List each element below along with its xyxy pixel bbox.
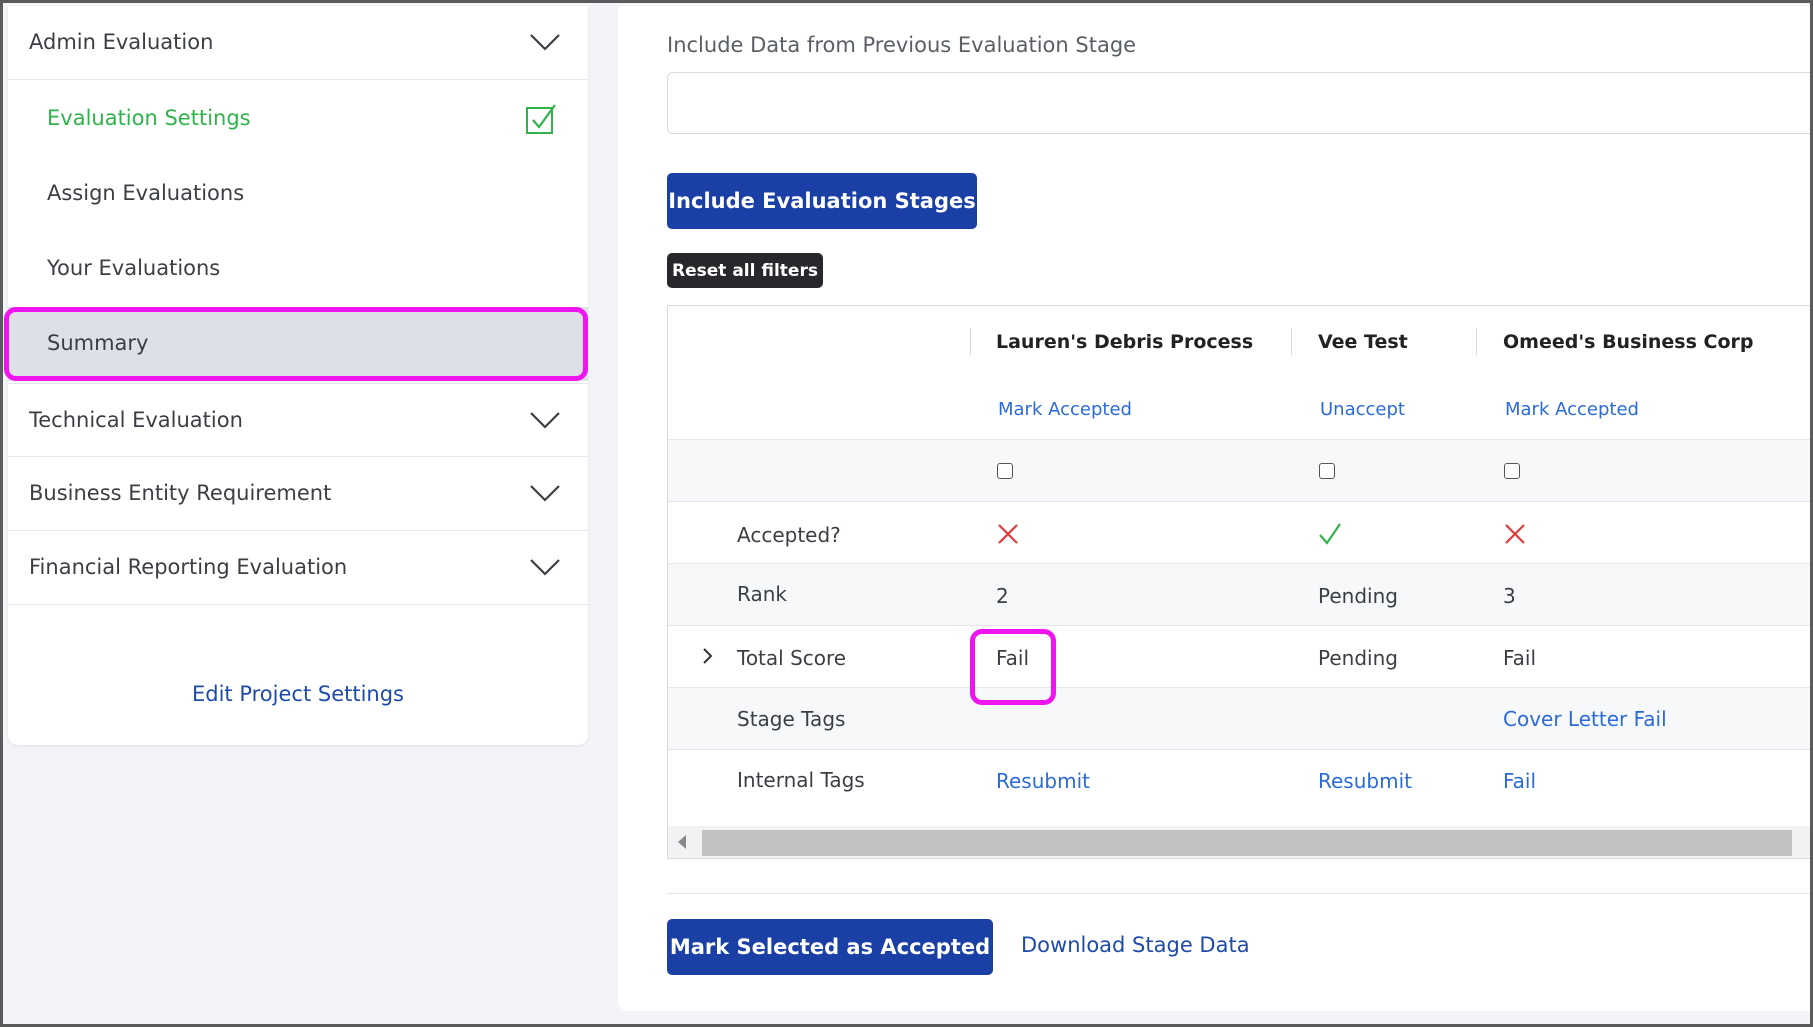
mark-selected-accepted-button[interactable]: Mark Selected as Accepted: [667, 919, 993, 975]
reset-filters-button[interactable]: Reset all filters: [667, 253, 823, 288]
summary-table: Lauren's Debris Process Vee Test Omeed's…: [667, 305, 1813, 859]
sidebar-section-admin-evaluation[interactable]: Admin Evaluation: [8, 6, 588, 80]
previous-stage-label: Include Data from Previous Evaluation St…: [667, 33, 1137, 57]
stage-tag-link[interactable]: Cover Letter Fail: [1503, 707, 1667, 731]
check-mark-icon: [1319, 523, 1341, 545]
row-label: Stage Tags: [737, 707, 846, 731]
row-select-checkbox[interactable]: [1504, 463, 1520, 479]
row-label: Rank: [737, 582, 787, 606]
chevron-down-icon[interactable]: [528, 402, 562, 436]
sidebar-item-label: Assign Evaluations: [47, 181, 245, 205]
include-evaluation-stages-button[interactable]: Include Evaluation Stages: [667, 173, 977, 229]
column-header: Vee Test: [1318, 331, 1408, 353]
total-score-value: Fail: [1503, 646, 1537, 670]
sidebar-section-technical-evaluation[interactable]: Technical Evaluation: [8, 383, 588, 457]
rank-value: Pending: [1318, 584, 1398, 608]
column-divider: [1811, 328, 1812, 355]
sidebar-section-business-entity-requirement[interactable]: Business Entity Requirement: [8, 457, 588, 531]
unaccept-link[interactable]: Unaccept: [1320, 399, 1405, 420]
column-divider: [1291, 328, 1292, 355]
x-mark-icon: [998, 524, 1018, 544]
table-row-stage-tags: Stage Tags Cover Letter Fail: [668, 688, 1813, 750]
sidebar-section-label: Business Entity Requirement: [29, 481, 332, 505]
divider: [667, 893, 1813, 894]
internal-tag-link[interactable]: Resubmit: [996, 769, 1090, 793]
table-row-total-score[interactable]: Total Score Fail Pending Fail: [668, 626, 1813, 688]
main-panel: Include Data from Previous Evaluation St…: [618, 6, 1813, 1011]
total-score-value: Fail: [996, 646, 1030, 670]
sidebar: Admin Evaluation Evaluation Settings Ass…: [8, 6, 588, 745]
table-row-rank: Rank 2 Pending 3: [668, 564, 1813, 626]
sidebar-item-label: Your Evaluations: [47, 256, 221, 280]
column-header: Omeed's Business Corp: [1503, 331, 1754, 353]
column-divider: [1476, 328, 1477, 355]
chevron-right-icon[interactable]: [698, 646, 718, 666]
mark-accepted-link[interactable]: Mark Accepted: [1505, 399, 1639, 420]
column-header: Lauren's Debris Process: [996, 331, 1254, 353]
sidebar-section-financial-reporting-evaluation[interactable]: Financial Reporting Evaluation: [8, 531, 588, 605]
row-label: Accepted?: [737, 523, 841, 547]
sidebar-item-assign-evaluations[interactable]: Assign Evaluations: [8, 157, 588, 231]
sidebar-section-label: Technical Evaluation: [29, 408, 243, 432]
sidebar-item-label: Evaluation Settings: [47, 106, 251, 130]
chevron-down-icon[interactable]: [528, 24, 562, 58]
internal-tag-link[interactable]: Resubmit: [1318, 769, 1412, 793]
previous-stage-select[interactable]: [667, 72, 1813, 134]
table-header: Lauren's Debris Process Vee Test Omeed's…: [668, 306, 1813, 380]
scrollbar-thumb[interactable]: [702, 830, 1792, 856]
chevron-down-icon[interactable]: [528, 549, 562, 583]
table-row-select: [668, 440, 1813, 502]
horizontal-scrollbar[interactable]: [668, 826, 1813, 858]
checkbox-checked-icon: [526, 104, 556, 134]
sidebar-item-your-evaluations[interactable]: Your Evaluations: [8, 232, 588, 306]
edit-project-settings-link[interactable]: Edit Project Settings: [8, 682, 588, 706]
rank-value: 3: [1503, 584, 1516, 608]
internal-tag-link[interactable]: Fail: [1503, 769, 1536, 793]
sidebar-section-label: Financial Reporting Evaluation: [29, 555, 348, 579]
scroll-left-arrow-icon[interactable]: [678, 835, 686, 849]
row-label: Total Score: [737, 646, 847, 670]
row-select-checkbox[interactable]: [997, 463, 1013, 479]
table-row-accepted: Accepted?: [668, 502, 1813, 564]
table-row-actions: Mark Accepted Unaccept Mark Accepted: [668, 379, 1813, 440]
mark-accepted-link[interactable]: Mark Accepted: [998, 399, 1132, 420]
x-mark-icon: [1505, 524, 1525, 544]
row-label: Internal Tags: [737, 768, 865, 792]
table-row-internal-tags: Internal Tags Resubmit Resubmit Fail: [668, 750, 1813, 826]
column-divider: [970, 328, 971, 355]
row-select-checkbox[interactable]: [1319, 463, 1335, 479]
chevron-down-icon[interactable]: [528, 475, 562, 509]
sidebar-item-evaluation-settings[interactable]: Evaluation Settings: [8, 82, 588, 156]
sidebar-item-summary[interactable]: Summary: [8, 307, 588, 381]
download-stage-data-link[interactable]: Download Stage Data: [1021, 933, 1250, 957]
total-score-value: Pending: [1318, 646, 1398, 670]
sidebar-section-label: Admin Evaluation: [29, 30, 214, 54]
rank-value: 2: [996, 584, 1009, 608]
sidebar-item-label: Summary: [47, 331, 149, 355]
